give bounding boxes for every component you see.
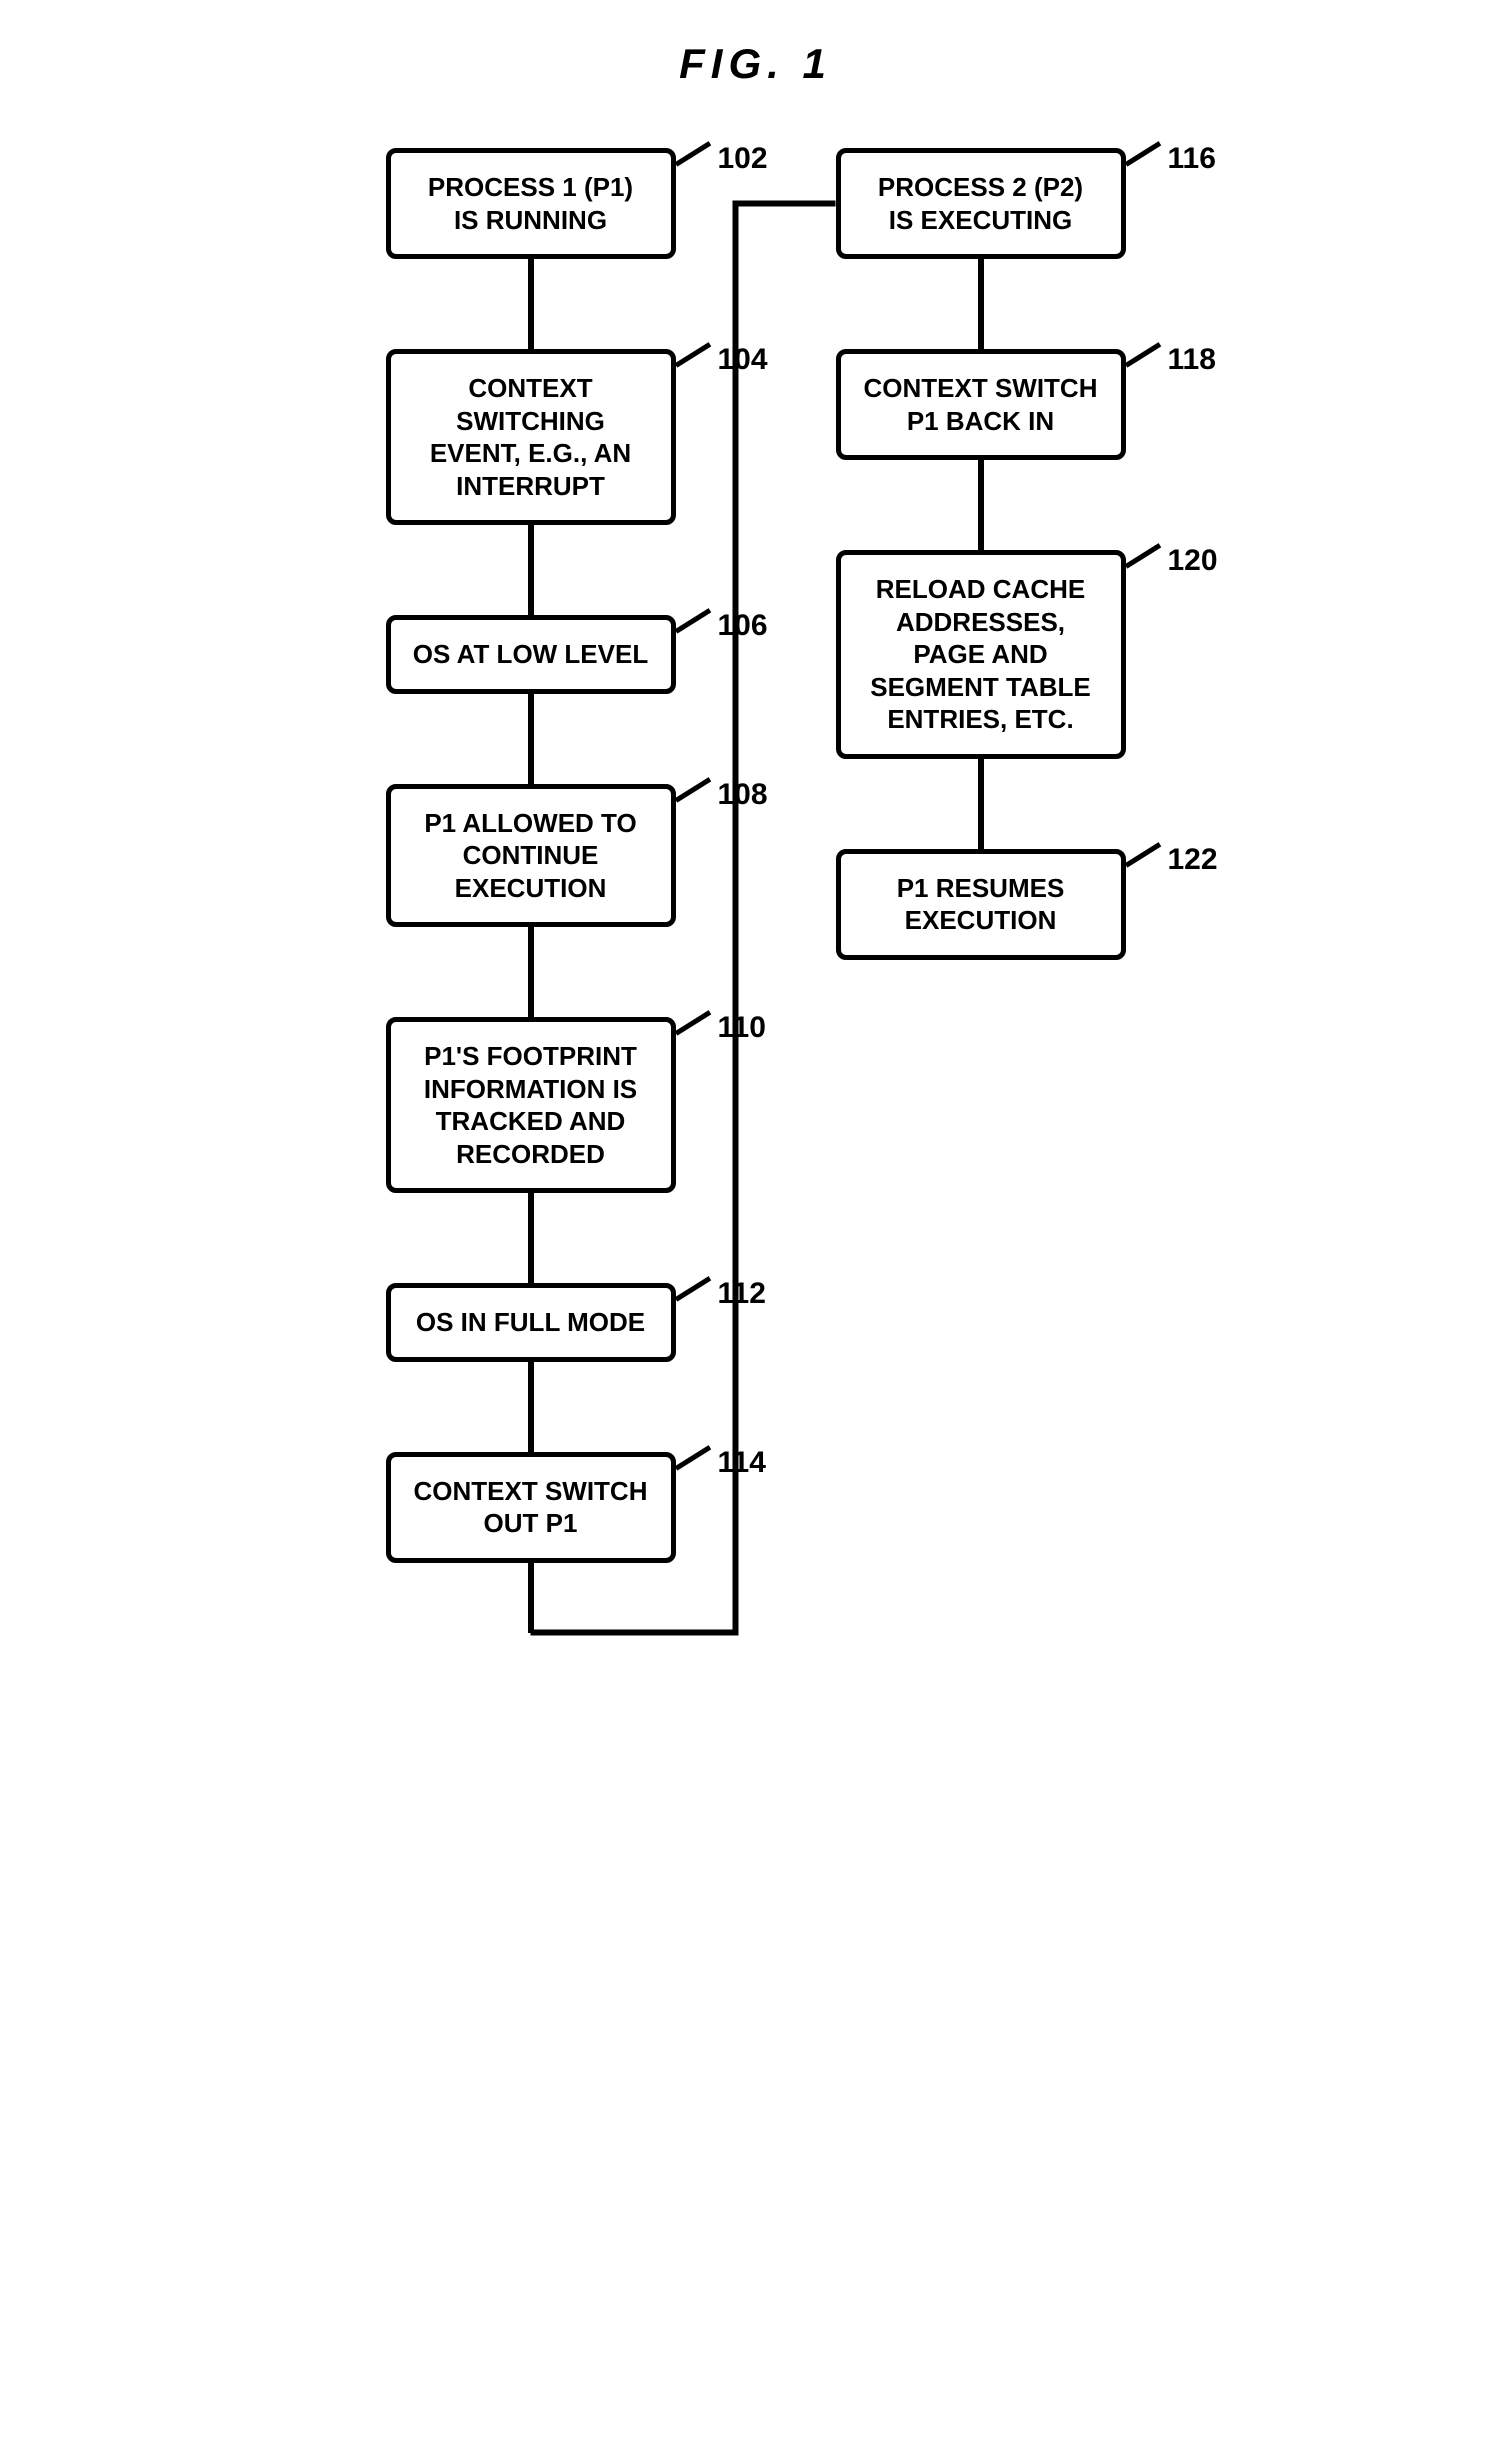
connector bbox=[528, 1362, 534, 1452]
node-box: P1 RESUMES EXECUTION bbox=[836, 849, 1126, 960]
connector bbox=[528, 259, 534, 349]
node-box: RELOAD CACHE ADDRESSES, PAGE AND SEGMENT… bbox=[836, 550, 1126, 759]
label-tick bbox=[674, 777, 711, 802]
label-tick bbox=[674, 1276, 711, 1301]
node-number: 108 bbox=[718, 778, 768, 812]
label-tick bbox=[674, 141, 711, 166]
node-number: 102 bbox=[718, 142, 768, 176]
column-left: PROCESS 1 (P1) IS RUNNING 102 CONTEXT SW… bbox=[386, 148, 676, 1633]
node-box: P1 ALLOWED TO CONTINUE EXECUTION bbox=[386, 784, 676, 928]
node-108: P1 ALLOWED TO CONTINUE EXECUTION 108 bbox=[386, 784, 676, 928]
connector bbox=[528, 694, 534, 784]
label-tick bbox=[674, 1445, 711, 1470]
label-tick bbox=[674, 342, 711, 367]
node-box: CONTEXT SWITCH OUT P1 bbox=[386, 1452, 676, 1563]
node-122: P1 RESUMES EXECUTION 122 bbox=[836, 849, 1126, 960]
node-box: CONTEXT SWITCHING EVENT, E.G., AN INTERR… bbox=[386, 349, 676, 525]
connector bbox=[528, 1563, 534, 1633]
column-right: PROCESS 2 (P2) IS EXECUTING 116 CONTEXT … bbox=[836, 148, 1126, 960]
node-box: PROCESS 1 (P1) IS RUNNING bbox=[386, 148, 676, 259]
node-number: 104 bbox=[718, 343, 768, 377]
node-106: OS AT LOW LEVEL 106 bbox=[386, 615, 676, 694]
node-box: PROCESS 2 (P2) IS EXECUTING bbox=[836, 148, 1126, 259]
node-number: 112 bbox=[718, 1277, 766, 1311]
connector bbox=[528, 1193, 534, 1283]
node-116: PROCESS 2 (P2) IS EXECUTING 116 bbox=[836, 148, 1126, 259]
node-box: P1'S FOOTPRINT INFORMATION IS TRACKED AN… bbox=[386, 1017, 676, 1193]
node-110: P1'S FOOTPRINT INFORMATION IS TRACKED AN… bbox=[386, 1017, 676, 1193]
connector bbox=[528, 927, 534, 1017]
node-number: 122 bbox=[1168, 843, 1218, 877]
label-tick bbox=[1124, 342, 1161, 367]
node-104: CONTEXT SWITCHING EVENT, E.G., AN INTERR… bbox=[386, 349, 676, 525]
node-box: CONTEXT SWITCH P1 BACK IN bbox=[836, 349, 1126, 460]
node-number: 106 bbox=[718, 609, 768, 643]
node-number: 114 bbox=[718, 1446, 766, 1480]
label-tick bbox=[1124, 543, 1161, 568]
connector bbox=[978, 759, 984, 849]
node-102: PROCESS 1 (P1) IS RUNNING 102 bbox=[386, 148, 676, 259]
label-tick bbox=[674, 608, 711, 633]
node-112: OS IN FULL MODE 112 bbox=[386, 1283, 676, 1362]
label-tick bbox=[674, 1010, 711, 1035]
node-number: 120 bbox=[1168, 544, 1218, 578]
connector bbox=[978, 259, 984, 349]
node-118: CONTEXT SWITCH P1 BACK IN 118 bbox=[836, 349, 1126, 460]
node-box: OS IN FULL MODE bbox=[386, 1283, 676, 1362]
node-box: OS AT LOW LEVEL bbox=[386, 615, 676, 694]
connector bbox=[978, 460, 984, 550]
node-number: 118 bbox=[1168, 343, 1216, 377]
connector bbox=[528, 525, 534, 615]
label-tick bbox=[1124, 842, 1161, 867]
node-120: RELOAD CACHE ADDRESSES, PAGE AND SEGMENT… bbox=[836, 550, 1126, 759]
node-114: CONTEXT SWITCH OUT P1 114 bbox=[386, 1452, 676, 1563]
node-number: 116 bbox=[1168, 142, 1216, 176]
flowchart-columns: PROCESS 1 (P1) IS RUNNING 102 CONTEXT SW… bbox=[40, 148, 1471, 1633]
node-number: 110 bbox=[718, 1011, 766, 1045]
label-tick bbox=[1124, 141, 1161, 166]
figure-title: FIG. 1 bbox=[40, 40, 1471, 88]
